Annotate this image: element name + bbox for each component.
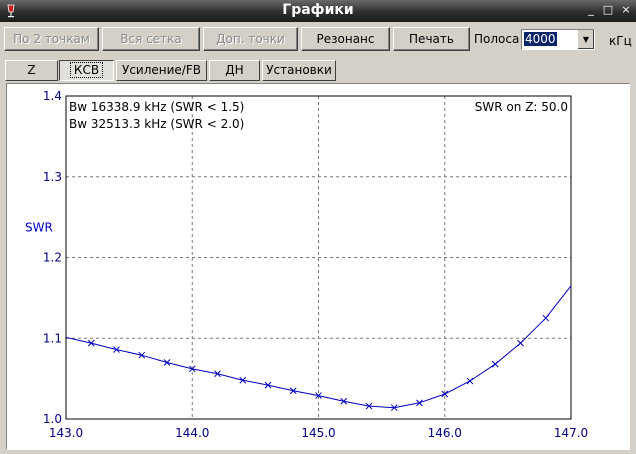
swr-on-z-annotation: SWR on Z: 50.0: [475, 100, 568, 114]
window-title: Графики: [282, 2, 354, 18]
y-tick-label: 1.3: [43, 170, 62, 184]
y-tick-label: 1.0: [43, 412, 62, 426]
resonance-button[interactable]: Резонанс: [301, 27, 390, 51]
full-grid-button[interactable]: Вся сетка: [102, 27, 200, 51]
bandwidth-2-0-annotation: Bw 32513.3 kHz (SWR < 2.0): [69, 117, 244, 131]
y-tick-label: 1.4: [43, 89, 62, 103]
chart-panel: 143.0 144.0 145.0 146.0 147.0 1.0 1.1 1.2 1.3 1.…: [6, 83, 630, 450]
y-tick-labels: 1.0 1.1 1.2 1.3 1.4: [43, 89, 62, 426]
x-tick-label: 144.0: [175, 426, 209, 440]
print-button[interactable]: Печать: [393, 27, 470, 51]
band-value[interactable]: 4000: [524, 32, 557, 46]
unit-label: кГц: [609, 34, 632, 48]
data-point-marker: [542, 314, 550, 322]
swr-line: [65, 285, 572, 409]
y-axis-label: SWR: [25, 221, 53, 235]
tab-settings[interactable]: Установки: [262, 60, 336, 81]
data-point-marker: [517, 339, 524, 347]
close-icon[interactable]: ×: [619, 3, 633, 17]
tab-pattern[interactable]: ДН: [209, 60, 260, 81]
x-tick-label: 147.0: [554, 426, 588, 440]
x-tick-labels: 143.0 144.0 145.0 146.0 147.0: [49, 426, 588, 440]
tab-z[interactable]: Z: [5, 60, 58, 81]
x-tick-label: 143.0: [49, 426, 83, 440]
y-tick-label: 1.1: [43, 331, 62, 345]
data-point-marker: [163, 359, 171, 366]
chevron-down-icon[interactable]: ▼: [577, 30, 594, 49]
data-point-marker: [466, 377, 474, 385]
two-points-button[interactable]: По 2 точкам: [4, 27, 99, 51]
title-bar: Графики _ □ ×: [0, 0, 636, 22]
tab-label: Установки: [266, 63, 332, 77]
y-tick-label: 1.2: [43, 251, 62, 265]
tab-swr[interactable]: КСВ: [59, 60, 114, 81]
swr-chart: 143.0 144.0 145.0 146.0 147.0 1.01.11.21.31.…: [25, 89, 588, 440]
x-tick-label: 145.0: [301, 426, 335, 440]
tab-label: Z: [27, 63, 36, 77]
x-tick-label: 146.0: [428, 426, 462, 440]
band-label: Полоса: [474, 32, 520, 46]
extra-points-button[interactable]: Доп. точки: [203, 27, 298, 51]
chart-grid: [66, 96, 571, 419]
tab-label: КСВ: [69, 62, 104, 78]
tab-gain-fb[interactable]: Усиление/FB: [116, 60, 207, 81]
tab-label: Усиление/FB: [122, 63, 201, 77]
bandwidth-1-5-annotation: Bw 16338.9 kHz (SWR < 1.5): [69, 100, 244, 114]
tab-label: ДН: [225, 63, 244, 77]
maximize-icon[interactable]: □: [601, 3, 615, 17]
minimize-icon[interactable]: _: [584, 3, 598, 17]
data-point-marker: [491, 360, 499, 368]
band-select[interactable]: 4000 ▼: [521, 29, 595, 50]
